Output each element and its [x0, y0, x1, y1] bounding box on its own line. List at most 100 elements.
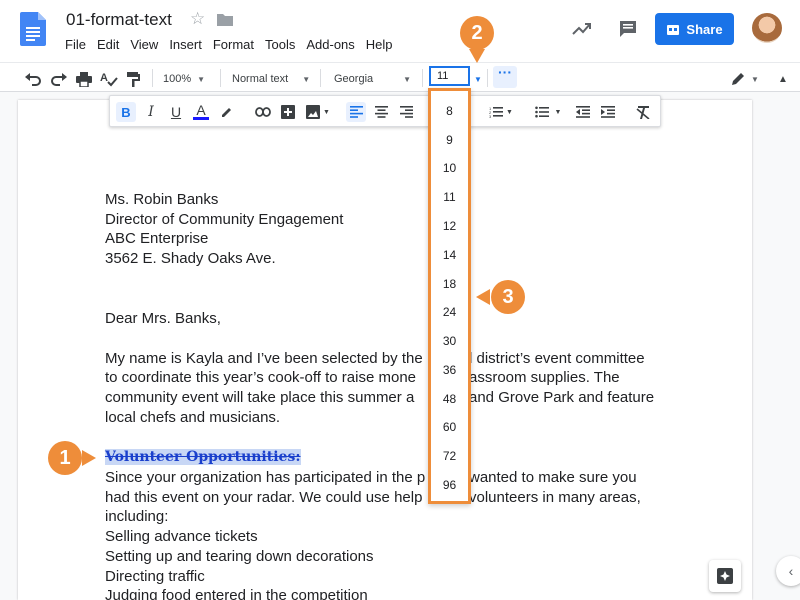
- svg-text:3: 3: [489, 114, 492, 118]
- font-size-option[interactable]: 9: [431, 133, 468, 147]
- editing-mode-button[interactable]: ▼: [731, 69, 759, 89]
- paragraph-line: local chefs and musicians.: [105, 408, 281, 426]
- main-toolbar: A 100% ▼ Normal text ▼ Georgia ▼ ▼ ▼ ▲: [0, 62, 800, 92]
- menu-insert[interactable]: Insert: [169, 37, 202, 52]
- font-size-option[interactable]: 14: [431, 248, 468, 262]
- menu-view[interactable]: View: [130, 37, 158, 52]
- font-size-option[interactable]: 10: [431, 161, 468, 175]
- zoom-select[interactable]: 100% ▼: [163, 69, 205, 89]
- format-toolbar: B I U A ▼ 123 ▼ ▼: [109, 95, 661, 127]
- spellcheck-icon[interactable]: A: [100, 69, 118, 89]
- callout-badge: 3: [491, 280, 525, 314]
- comment-icon[interactable]: [617, 18, 639, 40]
- text-color-icon[interactable]: A: [191, 102, 211, 122]
- salutation: Dear Mrs. Banks,: [105, 309, 221, 327]
- callout-arrow: [476, 289, 490, 305]
- chevron-down-icon: ▼: [474, 74, 482, 84]
- link-icon[interactable]: [253, 102, 273, 122]
- folder-icon[interactable]: [217, 13, 233, 26]
- bulleted-list-icon[interactable]: ▼: [530, 102, 566, 122]
- menu-format[interactable]: Format: [213, 37, 254, 52]
- add-comment-icon[interactable]: [278, 102, 298, 122]
- letter-body[interactable]: Ms. Robin Banks Director of Community En…: [105, 190, 665, 600]
- decrease-indent-icon[interactable]: [573, 102, 593, 122]
- list-item: Directing traffic: [105, 567, 205, 585]
- chevron-down-icon: ▼: [403, 74, 412, 84]
- share-label: Share: [686, 21, 723, 37]
- align-left-icon[interactable]: [346, 102, 366, 122]
- star-icon[interactable]: ☆: [190, 9, 205, 29]
- paragraph-line: community event will take place this sum…: [105, 388, 655, 406]
- address-line: 3562 E. Shady Oaks Ave.: [105, 250, 276, 268]
- font-size-option[interactable]: 48: [431, 392, 468, 406]
- address-line: Ms. Robin Banks: [105, 191, 219, 208]
- user-avatar[interactable]: [752, 13, 782, 43]
- highlight-icon[interactable]: [216, 102, 236, 122]
- callout-badge: 1: [48, 441, 82, 475]
- style-value: Normal text: [232, 73, 289, 85]
- font-value: Georgia: [334, 73, 374, 85]
- font-size-option[interactable]: 11: [431, 190, 468, 204]
- font-size-option[interactable]: 8: [431, 104, 468, 118]
- selected-heading-text[interactable]: Volunteer Opportunities:: [105, 449, 301, 466]
- menu-addons[interactable]: Add-ons: [306, 37, 354, 52]
- more-options-button[interactable]: ···: [493, 65, 517, 88]
- numbered-list-icon[interactable]: 123 ▼: [486, 102, 516, 122]
- chevron-down-icon: ▼: [751, 74, 759, 84]
- list-item: Selling advance tickets: [105, 528, 258, 546]
- align-right-icon[interactable]: [396, 102, 416, 122]
- paragraph-line: to coordinate this year’s cook-off to ra…: [105, 369, 620, 387]
- print-icon[interactable]: [76, 69, 92, 89]
- paragraph-line: had this event on your radar. We could u…: [105, 488, 641, 506]
- style-select[interactable]: Normal text ▼: [232, 69, 310, 89]
- section-heading[interactable]: Volunteer Opportunities:: [105, 447, 665, 468]
- docs-logo-icon[interactable]: [20, 12, 46, 46]
- undo-icon[interactable]: [24, 69, 42, 89]
- menu-help[interactable]: Help: [366, 37, 393, 52]
- callout-badge: 2: [460, 16, 494, 50]
- font-size-option[interactable]: 36: [431, 363, 468, 377]
- italic-icon[interactable]: I: [141, 102, 161, 122]
- font-size-option[interactable]: 60: [431, 420, 468, 434]
- activity-trend-icon[interactable]: [571, 18, 593, 40]
- collapse-toolbar-icon[interactable]: ▲: [778, 69, 788, 89]
- menu-tools[interactable]: Tools: [265, 37, 295, 52]
- document-title[interactable]: 01-format-text: [66, 10, 172, 30]
- menu-file[interactable]: File: [65, 37, 86, 52]
- redo-icon[interactable]: [50, 69, 68, 89]
- chevron-left-icon: ‹: [788, 563, 794, 579]
- font-size-option[interactable]: 12: [431, 219, 468, 233]
- font-size-dropdown: 8 9 10 11 12 14 18 24 30 36 48 60 72 96: [428, 88, 471, 504]
- font-select[interactable]: Georgia ▼: [334, 69, 411, 89]
- chevron-down-icon: ▼: [302, 74, 311, 84]
- svg-text:A: A: [100, 72, 108, 84]
- align-center-icon[interactable]: [371, 102, 391, 122]
- underline-icon[interactable]: U: [166, 102, 186, 122]
- callout-arrow: [469, 49, 485, 63]
- list-item: Setting up and tearing down decorations: [105, 547, 374, 565]
- app-header: 01-format-text ☆ File Edit View Insert F…: [0, 0, 800, 62]
- explore-icon: [717, 568, 733, 584]
- increase-indent-icon[interactable]: [598, 102, 618, 122]
- clear-formatting-icon[interactable]: [633, 102, 653, 122]
- font-size-option[interactable]: 24: [431, 305, 468, 319]
- paragraph-line: Since your organization has participated…: [105, 469, 637, 487]
- address-line: ABC Enterprise: [105, 230, 209, 248]
- paint-format-icon[interactable]: [126, 69, 142, 89]
- font-size-option[interactable]: 72: [431, 449, 468, 463]
- font-size-option[interactable]: 18: [431, 277, 468, 291]
- explore-button[interactable]: [709, 560, 741, 592]
- insert-image-icon[interactable]: ▼: [303, 102, 333, 122]
- font-size-input[interactable]: 11: [429, 66, 470, 86]
- menu-edit[interactable]: Edit: [97, 37, 119, 52]
- chevron-down-icon: ▼: [197, 74, 206, 84]
- bold-icon[interactable]: B: [116, 102, 136, 122]
- address-line: Director of Community Engagement: [105, 210, 344, 228]
- paragraph-line: including:: [105, 508, 169, 526]
- font-size-option[interactable]: 30: [431, 334, 468, 348]
- font-size-dropdown-toggle[interactable]: ▼: [474, 69, 482, 89]
- side-panel-toggle[interactable]: ‹: [776, 556, 800, 586]
- share-button[interactable]: Share: [655, 13, 734, 45]
- font-size-option[interactable]: 96: [431, 478, 468, 492]
- pencil-icon: [732, 73, 744, 85]
